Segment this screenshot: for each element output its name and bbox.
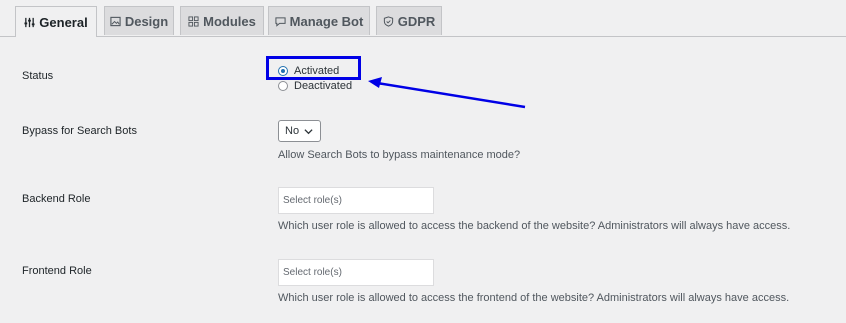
radio-deactivated[interactable]: Deactivated	[278, 80, 352, 92]
status-label: Status	[22, 70, 54, 82]
bypass-select[interactable]: No	[278, 120, 321, 142]
grid-icon	[188, 15, 199, 27]
backend-role-input[interactable]: Select role(s)	[278, 187, 434, 214]
tab-label: Manage Bot	[289, 13, 364, 29]
tab-manage-bot[interactable]: Manage Bot	[268, 6, 370, 35]
chevron-down-icon	[304, 128, 313, 134]
sliders-icon	[24, 17, 35, 27]
bypass-value: No	[285, 125, 300, 137]
tab-modules[interactable]: Modules	[180, 6, 264, 35]
radio-button[interactable]	[278, 81, 288, 91]
backend-role-label: Backend Role	[22, 193, 91, 205]
backend-role-description: Which user role is allowed to access the…	[278, 220, 791, 232]
tab-label: Modules	[203, 13, 256, 29]
tab-label: Design	[124, 13, 169, 29]
chat-icon	[275, 16, 286, 27]
tab-general[interactable]: General	[15, 6, 97, 37]
image-icon	[110, 16, 121, 26]
annotation-arrow-icon	[368, 77, 526, 109]
tab-gdpr[interactable]: GDPR	[376, 6, 442, 35]
shield-icon	[383, 15, 393, 27]
bypass-description: Allow Search Bots to bypass maintenance …	[278, 149, 521, 161]
tab-label: GDPR	[397, 13, 436, 29]
radio-label: Deactivated	[294, 80, 353, 92]
bypass-label: Bypass for Search Bots	[22, 125, 137, 137]
frontend-role-label: Frontend Role	[22, 265, 92, 277]
tab-design[interactable]: Design	[104, 6, 174, 35]
tab-label: General	[39, 14, 88, 30]
frontend-role-input[interactable]: Select role(s)	[278, 259, 434, 286]
frontend-role-description: Which user role is allowed to access the…	[278, 292, 790, 304]
settings-tabs: General Design Modules Manage Bot GDPR	[0, 0, 846, 37]
annotation-highlight-box	[266, 56, 361, 80]
